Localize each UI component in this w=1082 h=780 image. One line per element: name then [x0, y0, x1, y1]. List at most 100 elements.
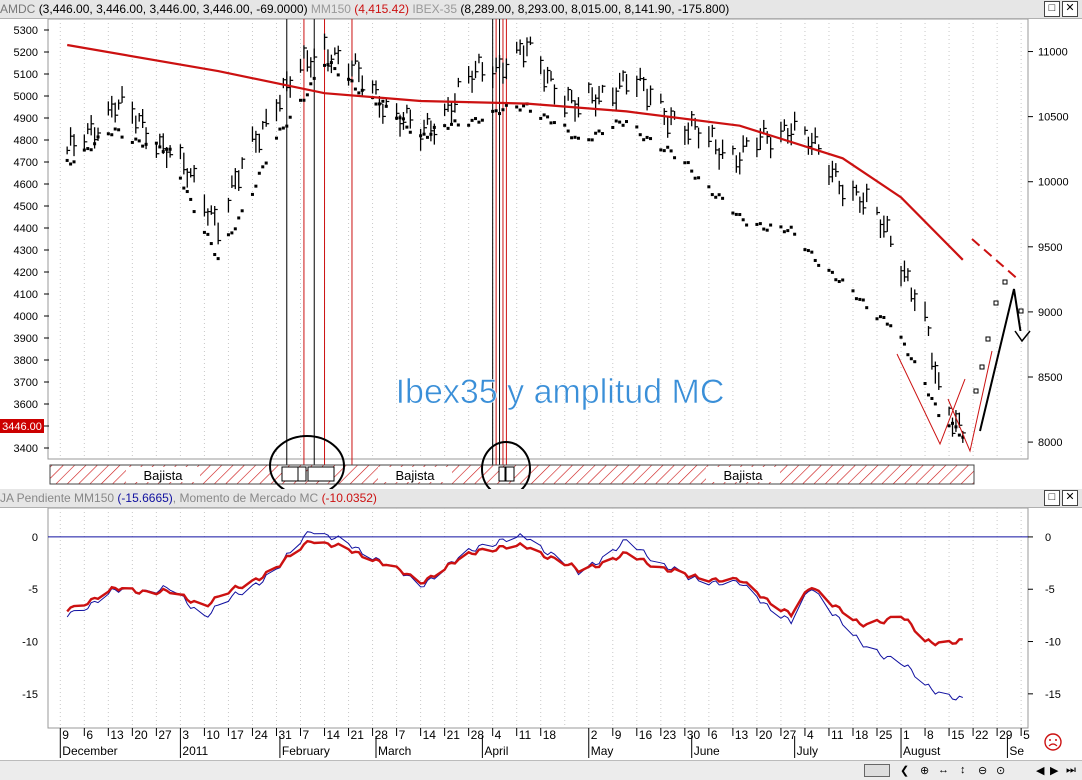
amdc-point — [954, 425, 958, 429]
x-day-label: 11 — [519, 728, 532, 742]
right-tick-label: 9500 — [1038, 242, 1062, 254]
amdc-point — [240, 209, 244, 213]
x-day-label: 4 — [495, 728, 502, 742]
right-axis: 11000 10500 10000 9500 9000 8500 8000 — [1028, 47, 1069, 449]
amdc-point — [858, 297, 862, 301]
amdc-point — [899, 335, 903, 339]
scroll-back-icon[interactable]: ❮ — [900, 764, 909, 777]
amdc-point — [395, 116, 399, 120]
amdc-point — [274, 136, 278, 140]
indicator-right-tick-label: -15 — [1045, 689, 1061, 701]
symbol-values: (3,446.00, 3,446.00, 3,446.00, 3,446.00,… — [38, 2, 308, 16]
amdc-point — [570, 136, 574, 140]
amdc-point — [923, 382, 927, 386]
x-day-label: 31 — [278, 728, 292, 742]
amdc-point — [347, 77, 351, 81]
right-tick-label: 8500 — [1038, 372, 1062, 384]
x-day-label: 13 — [110, 728, 124, 742]
status-face-icon — [1044, 733, 1062, 751]
top-close-button[interactable]: ✕ — [1062, 1, 1078, 17]
amdc-point — [158, 145, 162, 149]
fit-icon[interactable]: ↔ — [938, 764, 949, 776]
amdc-point — [206, 232, 210, 236]
amdc-point — [789, 225, 793, 229]
bottom-maximize-button[interactable]: □ — [1044, 490, 1060, 506]
scrollbar-thumb[interactable] — [864, 764, 890, 777]
left-tick-label: 5300 — [14, 25, 38, 37]
amdc-point — [909, 357, 913, 361]
x-day-label: 6 — [86, 728, 93, 742]
right-tick-label: 10500 — [1038, 112, 1069, 124]
left-tick-label: 4000 — [14, 311, 38, 323]
x-month-label: March — [378, 744, 411, 758]
amdc-point — [401, 117, 405, 121]
amdc-point — [597, 129, 601, 133]
amdc-point — [134, 137, 138, 141]
amdc-point — [865, 306, 869, 310]
amdc-point — [233, 227, 237, 231]
zoom-out-icon[interactable]: ⊖ — [978, 764, 987, 777]
amdc-point — [837, 280, 841, 284]
amdc-point — [357, 91, 361, 95]
next-icon[interactable]: ▶ — [1050, 764, 1058, 777]
prev-icon[interactable]: ◀ — [1036, 764, 1044, 777]
reset-icon[interactable]: ⊙ — [996, 764, 1005, 777]
amdc-point — [137, 139, 141, 143]
amdc-point — [882, 316, 886, 320]
amdc-point — [549, 121, 553, 125]
end-icon[interactable]: ⏭ — [1066, 764, 1076, 777]
x-month-label: April — [484, 744, 508, 758]
amdc-point — [741, 218, 745, 222]
amdc-point — [539, 116, 543, 120]
indicator-chart[interactable]: 0 0-5 -5-10 -10-15 -15 9 6 13 20 27 3 10 17 24 31 7 14 2… — [0, 508, 1082, 758]
left-tick-label: 4300 — [14, 245, 38, 257]
amdc-point — [666, 145, 670, 149]
amdc-point — [518, 108, 522, 112]
amdc-point — [522, 104, 526, 108]
regime-label-3: Bajista — [723, 468, 763, 483]
amdc-point — [381, 99, 385, 103]
x-day-label: 30 — [687, 728, 701, 742]
amdc-point — [515, 105, 519, 109]
amdc-point — [281, 126, 285, 130]
amdc-point — [309, 82, 313, 86]
amdc-point — [168, 147, 172, 151]
amdc-point — [806, 249, 810, 253]
amdc-point — [312, 76, 316, 80]
amdc-point — [65, 158, 69, 162]
amdc-point — [528, 109, 532, 113]
amdc-point — [384, 104, 388, 108]
amdc-point — [587, 138, 591, 142]
bottom-close-button[interactable]: ✕ — [1062, 490, 1078, 506]
amdc-point — [755, 222, 759, 226]
amdc-point — [405, 125, 409, 129]
amdc-point — [885, 322, 889, 326]
x-day-label: 18 — [855, 728, 869, 742]
amdc-point — [830, 270, 834, 274]
index-name: IBEX-35 — [412, 2, 458, 16]
x-day-label: 4 — [807, 728, 814, 742]
amdc-point — [810, 250, 814, 254]
amdc-point — [326, 63, 330, 67]
amdc-point — [130, 140, 134, 144]
amdc-point — [930, 396, 934, 400]
amdc-point — [889, 324, 893, 328]
amdc-point — [429, 132, 433, 136]
zoom-in-icon[interactable]: ⊕ — [920, 764, 929, 777]
top-maximize-button[interactable]: □ — [1044, 1, 1060, 17]
amdc-point — [323, 63, 327, 67]
amdc-point — [106, 132, 110, 136]
amdc-point — [817, 263, 821, 267]
amdc-point — [398, 116, 402, 120]
amdc-point — [951, 421, 955, 425]
amdc-point — [453, 119, 457, 123]
amdc-point — [926, 393, 930, 397]
pan-icon[interactable]: ↕ — [960, 764, 966, 776]
amdc-point — [299, 98, 303, 102]
amdc-point — [793, 232, 797, 236]
amdc-point — [662, 149, 666, 153]
amdc-point — [546, 115, 550, 119]
price-chart[interactable]: 5300 5200 5100 5000 4900 4800 4700 4600 4500 4400… — [0, 19, 1082, 491]
amdc-point — [697, 176, 701, 180]
amdc-point — [707, 185, 711, 189]
